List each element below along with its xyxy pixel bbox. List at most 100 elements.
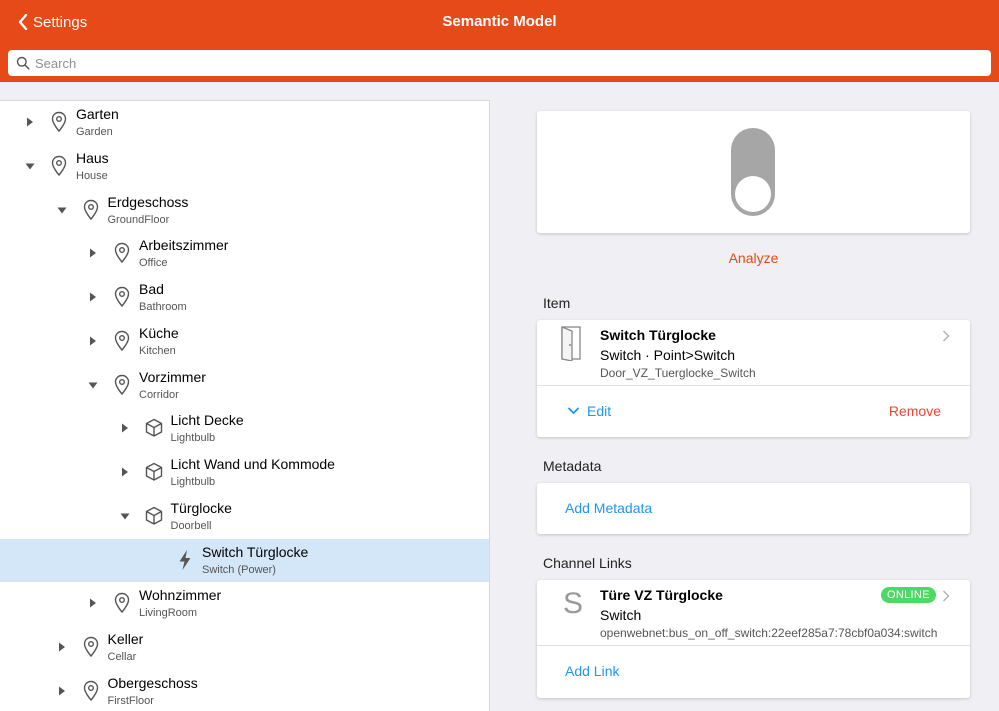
tree-item[interactable]: Obergeschoss FirstFloor <box>0 670 489 711</box>
tree-item-semantic-class: Office <box>139 257 168 270</box>
tree-item-label: Haus <box>76 149 109 166</box>
channel-links-card: S Türe VZ Türglocke Switch openwebnet:bu… <box>537 580 970 698</box>
tree-item-label: Türglocke <box>170 499 232 516</box>
caret-down-icon[interactable] <box>56 204 68 216</box>
location-pin-icon <box>50 155 68 177</box>
location-pin-icon <box>82 636 100 658</box>
caret-right-icon[interactable] <box>56 641 68 653</box>
tree-item-semantic-class: Lightbulb <box>170 476 216 488</box>
tree-item[interactable]: Erdgeschoss GroundFloor <box>0 189 489 232</box>
edit-label: Edit <box>587 403 612 419</box>
remove-button[interactable]: Remove <box>889 403 941 419</box>
add-link-button[interactable]: Add Link <box>565 663 619 679</box>
tree-item-semantic-class: LivingRoom <box>139 607 198 620</box>
divider <box>537 645 970 646</box>
tree-item[interactable]: Arbeitszimmer Office <box>0 232 489 275</box>
caret-down-icon[interactable] <box>87 379 99 391</box>
tree-item-label: Vorzimmer <box>139 368 206 385</box>
tree-item[interactable]: Switch Türglocke Switch (Power) <box>0 538 489 582</box>
tree-item[interactable]: Haus House <box>0 145 489 188</box>
caret-down-icon[interactable] <box>119 510 131 522</box>
search-input[interactable] <box>35 55 935 71</box>
caret-right-icon[interactable] <box>87 247 99 259</box>
edit-button[interactable]: Edit <box>568 403 611 419</box>
equipment-cube-icon <box>145 461 163 483</box>
caret-right-icon[interactable] <box>87 335 99 347</box>
tree-item[interactable]: Wohnzimmer LivingRoom <box>0 582 489 625</box>
channel-link-row[interactable]: S Türe VZ Türglocke Switch openwebnet:bu… <box>537 580 970 645</box>
location-pin-icon <box>113 330 131 352</box>
tree-item-semantic-class: Switch (Power) <box>202 563 276 576</box>
location-pin-icon <box>113 374 131 396</box>
tree-item-label: Küche <box>139 324 179 341</box>
tree-item-label: Arbeitszimmer <box>139 237 229 254</box>
status-badge: ONLINE <box>881 587 936 603</box>
tree-item-semantic-class: Lightbulb <box>170 432 216 445</box>
location-pin-icon <box>113 242 131 264</box>
item-name: Switch Türglocke <box>600 327 716 343</box>
item-type: Switch · Point>Switch <box>600 347 735 363</box>
tree-item-semantic-class: House <box>76 169 108 182</box>
channel-type: Switch <box>600 607 642 623</box>
tree-item-semantic-class: GroundFloor <box>107 213 170 226</box>
tree-item[interactable]: Licht Decke Lightbulb <box>0 407 489 450</box>
location-pin-icon <box>50 111 68 133</box>
toggle-widget-card <box>537 111 970 233</box>
tree-item-semantic-class: Garden <box>76 126 113 138</box>
chevron-right-icon <box>942 590 950 602</box>
caret-right-icon[interactable] <box>119 422 131 434</box>
caret-right-icon[interactable] <box>87 291 99 303</box>
caret-right-icon[interactable] <box>24 116 36 128</box>
tree-item-semantic-class: Corridor <box>139 388 179 401</box>
tree-item[interactable]: Garten Garden <box>0 101 489 144</box>
metadata-section-title: Metadata <box>543 458 602 474</box>
location-pin-icon <box>82 680 100 702</box>
caret-right-icon[interactable] <box>87 597 99 609</box>
divider <box>537 385 970 386</box>
tree-item-label: Garten <box>76 106 119 122</box>
navbar: Settings Semantic Model <box>0 0 999 44</box>
tree-item[interactable]: Türglocke Doorbell <box>0 495 489 538</box>
item-row[interactable]: Switch Türglocke Switch · Point>Switch D… <box>537 320 970 385</box>
caret-right-icon[interactable] <box>119 466 131 478</box>
tree-item-label: Licht Wand und Kommode <box>170 456 335 472</box>
tree-item-label: Switch Türglocke <box>202 543 309 560</box>
page-title: Semantic Model <box>442 13 557 30</box>
tree-item-semantic-class: Cellar <box>107 651 137 663</box>
tree-item-label: Obergeschoss <box>107 674 198 691</box>
item-section-title: Item <box>543 295 571 311</box>
analyze-link[interactable]: Analyze <box>537 250 970 266</box>
caret-right-icon[interactable] <box>56 685 68 697</box>
toggle-switch[interactable] <box>730 127 776 217</box>
add-metadata-button[interactable]: Add Metadata <box>565 500 652 516</box>
semantic-tree: Garten Garden Haus House Erdgeschoss GroundFl… <box>0 100 490 711</box>
tree-item[interactable]: Bad Bathroom <box>0 276 489 319</box>
caret-down-icon[interactable] <box>24 160 36 172</box>
tree-item-label: Wohnzimmer <box>139 587 222 604</box>
tree-item[interactable]: Vorzimmer Corridor <box>0 364 489 407</box>
tree-item-semantic-class: Kitchen <box>139 344 176 357</box>
tree-item[interactable]: Keller Cellar <box>0 626 489 669</box>
location-pin-icon <box>113 592 131 614</box>
searchbar[interactable] <box>8 50 991 76</box>
searchbar-container <box>0 44 999 82</box>
chevron-right-icon <box>942 330 950 342</box>
tree-item-label: Keller <box>107 631 144 647</box>
channel-uid: openwebnet:bus_on_off_switch:22eef285a7:… <box>600 626 938 640</box>
location-pin-icon <box>82 199 100 221</box>
location-pin-icon <box>113 286 131 308</box>
equipment-cube-icon <box>145 505 163 527</box>
equipment-cube-icon <box>145 417 163 439</box>
chevron-down-icon <box>568 407 579 415</box>
door-icon <box>561 326 581 361</box>
tree-item-semantic-class: Doorbell <box>170 519 212 532</box>
tree-item-label: Bad <box>139 281 164 297</box>
channel-letter-icon: S <box>563 587 584 620</box>
search-icon <box>16 56 30 70</box>
metadata-card: Add Metadata <box>537 483 970 534</box>
tree-item[interactable]: Licht Wand und Kommode Lightbulb <box>0 451 489 494</box>
tree-item[interactable]: Küche Kitchen <box>0 320 489 363</box>
tree-item-semantic-class: Bathroom <box>139 301 187 313</box>
tree-item-label: Licht Decke <box>170 412 244 429</box>
tree-item-label: Erdgeschoss <box>107 193 189 210</box>
